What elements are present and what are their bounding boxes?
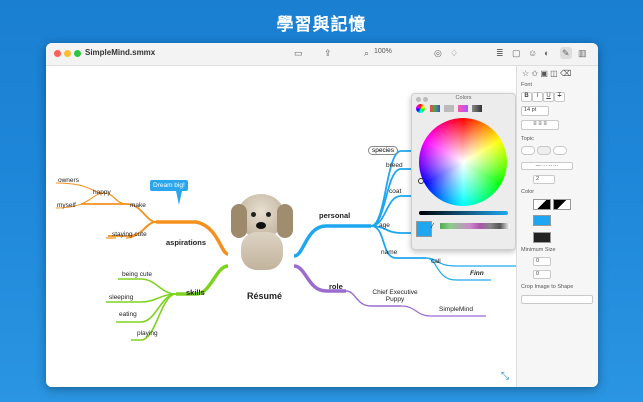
close-button[interactable]: [54, 50, 61, 57]
app-window: SimpleMind.smmx ▭ ⇪ ⌕ 100% ◎ ♢ ≣ ▢ ☺ ◐ ✎…: [46, 43, 598, 387]
topic-being-cute[interactable]: being cute: [122, 271, 152, 278]
eraser-icon[interactable]: ⌫: [560, 69, 571, 78]
topic-personal[interactable]: personal: [319, 211, 350, 220]
topic-breed[interactable]: breed: [386, 162, 403, 169]
color-section-label: Color: [521, 189, 535, 195]
text-color-swatch[interactable]: [533, 232, 551, 243]
crop-label: Crop Image to Shape: [521, 284, 574, 290]
fill-color-swatch[interactable]: [533, 215, 551, 226]
shape-oval-button[interactable]: [553, 146, 567, 155]
text-align-buttons[interactable]: ≡ ≡ ≡: [521, 120, 559, 130]
sidebar-toggle-icon[interactable]: ▭: [294, 47, 303, 59]
inspector-panel: ☆ ✩ ▣ ◫ ⌫ Font B I U T 14 pt ≡ ≡ ≡ Topic…: [516, 66, 598, 387]
current-color-swatch[interactable]: [416, 221, 432, 237]
topic-coat[interactable]: coat: [389, 188, 401, 195]
zoom-icon[interactable]: ⌕: [364, 47, 369, 59]
fill-style-swatch[interactable]: [533, 199, 551, 210]
window-title: SimpleMind.smmx: [85, 48, 156, 57]
topic-eating[interactable]: eating: [119, 311, 137, 318]
shape-rounded-button[interactable]: [521, 146, 535, 155]
bold-button[interactable]: B: [521, 92, 532, 102]
title-bar: SimpleMind.smmx ▭ ⇪ ⌕ 100% ◎ ♢ ≣ ▢ ☺ ◐ ✎…: [46, 43, 598, 66]
line-style-buttons[interactable]: — ··· -- ···: [521, 162, 573, 170]
topic-skills[interactable]: skills: [186, 288, 205, 297]
sliders-tab-icon[interactable]: [430, 105, 440, 112]
star-icon[interactable]: ☆: [522, 69, 529, 78]
brush-icon[interactable]: ✎: [560, 47, 572, 59]
mind-map-canvas[interactable]: Résumé aspirations make happy owners mys…: [46, 66, 516, 387]
min-size-label: Minimum Size: [521, 247, 556, 253]
palette-icon[interactable]: ◐: [544, 47, 549, 59]
shape-pill-button[interactable]: [537, 146, 551, 155]
callout-pointer: [176, 191, 182, 205]
central-topic[interactable]: Résumé: [247, 291, 282, 301]
colors-panel-title: Colors: [455, 95, 472, 101]
pencils-tab-icon[interactable]: [472, 105, 482, 112]
marketing-headline: 學習與記憶: [276, 15, 367, 35]
eyedropper-icon[interactable]: ⁄: [432, 223, 433, 230]
dog-photo[interactable]: [231, 194, 293, 270]
minimize-button[interactable]: [64, 50, 71, 57]
fit-screen-icon[interactable]: ⤡: [501, 371, 509, 382]
font-section-label: Font: [521, 82, 533, 88]
min-height-field[interactable]: 0: [533, 270, 551, 279]
emoji-icon[interactable]: ☺: [528, 47, 537, 59]
inspector-tab-icons: ☆ ✩ ▣ ◫ ⌫: [522, 69, 571, 78]
border-width-field[interactable]: 2: [533, 175, 555, 184]
color-wheel[interactable]: [419, 118, 507, 206]
style-icon[interactable]: ◫: [550, 69, 558, 78]
topic-chief-executive-puppy[interactable]: Chief Executive Puppy: [372, 289, 418, 303]
swatch-row[interactable]: [440, 223, 510, 229]
star-settings-icon[interactable]: ✩: [531, 69, 538, 78]
topic-name[interactable]: name: [381, 249, 397, 256]
colors-mode-tabs: [416, 104, 511, 114]
topic-make[interactable]: make: [130, 202, 146, 209]
italic-button[interactable]: I: [532, 92, 543, 102]
topic-sleeping[interactable]: sleeping: [109, 294, 133, 301]
topic-owners[interactable]: owners: [58, 177, 79, 184]
share-icon[interactable]: ⇪: [324, 47, 332, 59]
topic-staying-cute[interactable]: staying cute: [112, 231, 147, 238]
underline-button[interactable]: U: [543, 92, 554, 102]
species-label: species: [372, 147, 395, 154]
topic-playing[interactable]: playing: [137, 330, 158, 337]
list-icon[interactable]: ≣: [496, 47, 504, 59]
note-icon[interactable]: ▢: [512, 47, 521, 59]
image-palettes-tab-icon[interactable]: [458, 105, 468, 112]
topic-aspirations[interactable]: aspirations: [166, 238, 206, 247]
crop-shape-buttons[interactable]: [521, 295, 593, 304]
border-style-swatch[interactable]: [553, 199, 571, 210]
target-icon[interactable]: ◎: [434, 47, 442, 59]
callout-dream-big[interactable]: Dream big!: [150, 180, 188, 191]
font-size-field[interactable]: 14 pt: [521, 106, 549, 116]
topic-happy[interactable]: happy: [93, 189, 111, 196]
topic-section-label: Topic: [521, 136, 534, 142]
lightbulb-icon[interactable]: ♢: [450, 47, 458, 59]
topic-myself[interactable]: myself: [57, 202, 76, 209]
topic-role[interactable]: role: [329, 282, 343, 291]
callout-text: Dream big!: [153, 182, 185, 189]
color-wheel-cursor[interactable]: [418, 178, 424, 184]
topic-finn[interactable]: Finn: [470, 270, 484, 277]
image-icon[interactable]: ▣: [540, 69, 548, 78]
inspector-toggle-icon[interactable]: ▥: [578, 47, 587, 59]
brightness-slider[interactable]: [419, 211, 508, 215]
zoom-window-button[interactable]: [74, 50, 81, 57]
min-width-field[interactable]: 0: [533, 257, 551, 266]
topic-call[interactable]: call: [431, 258, 441, 265]
color-wheel-tab-icon[interactable]: [416, 104, 425, 113]
palettes-tab-icon[interactable]: [444, 105, 454, 112]
zoom-level[interactable]: 100%: [374, 48, 392, 55]
topic-simplemind[interactable]: SimpleMind: [439, 306, 473, 313]
topic-age[interactable]: age: [379, 222, 390, 229]
topic-species[interactable]: species: [368, 146, 399, 155]
colors-panel: Colors ⁄: [411, 93, 516, 250]
strikethrough-button[interactable]: T: [554, 92, 565, 102]
